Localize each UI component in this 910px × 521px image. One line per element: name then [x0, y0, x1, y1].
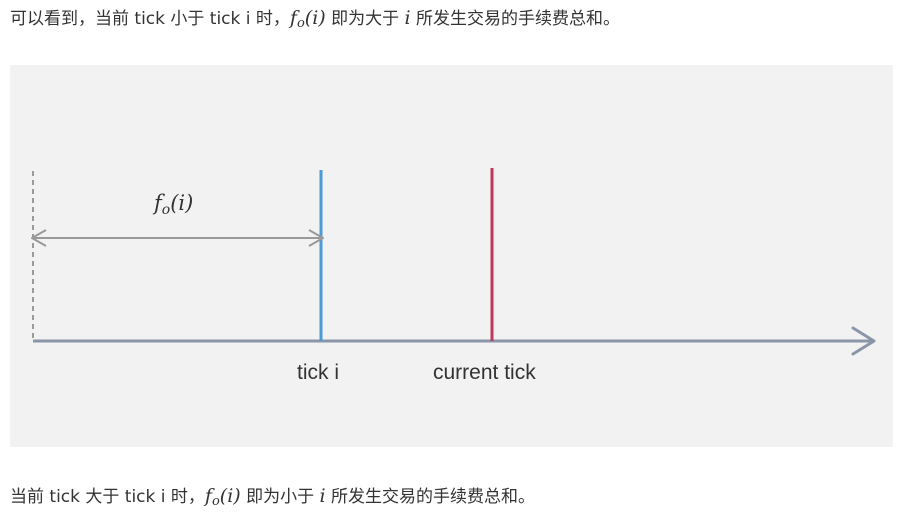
formula-f: fo(i) — [204, 485, 241, 509]
tick-diagram-canvas — [31, 168, 876, 356]
paragraph-text-3: 所发生交易的手续费总和。 — [410, 9, 620, 29]
paragraph-text-1: 当前 tick 大于 tick i 时， — [10, 487, 205, 507]
tick-i-label: tick i — [297, 361, 339, 384]
tick-diagram: fo(i) tick i current tick — [10, 65, 893, 447]
paragraph-above-case: 当前 tick 大于 tick i 时，fo(i) 即为小于 i 所发生交易的手… — [10, 484, 535, 514]
distance-label-fo: fo(i) — [154, 191, 194, 218]
paragraph-text-1: 可以看到，当前 tick 小于 tick i 时， — [10, 9, 290, 29]
current-tick-label: current tick — [433, 361, 536, 384]
formula-f: fo(i) — [289, 7, 326, 31]
paragraph-below-case: 可以看到，当前 tick 小于 tick i 时，fo(i) 即为大于 i 所发… — [10, 6, 620, 36]
paragraph-text-2: 即为大于 — [325, 9, 405, 29]
paragraph-text-3: 所发生交易的手续费总和。 — [325, 487, 535, 507]
paragraph-text-2: 即为小于 — [240, 487, 320, 507]
